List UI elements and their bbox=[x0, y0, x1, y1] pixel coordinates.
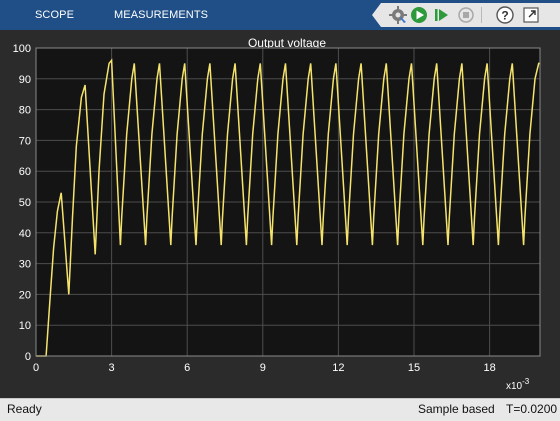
stop-button[interactable] bbox=[456, 5, 476, 25]
x-tick-label: 6 bbox=[184, 362, 190, 374]
tab-measurements[interactable]: MEASUREMENTS bbox=[114, 9, 208, 21]
x-exponent-label: x10-3 bbox=[506, 377, 530, 392]
tab-scope[interactable]: SCOPE bbox=[35, 9, 74, 21]
quick-access-toolbar: ? bbox=[372, 3, 560, 27]
toolbar-separator bbox=[481, 7, 482, 23]
y-tick-label: 90 bbox=[19, 74, 31, 86]
run-icon bbox=[411, 7, 427, 23]
x-tick-label: 12 bbox=[332, 362, 344, 374]
step-forward-button[interactable] bbox=[432, 5, 452, 25]
y-tick-label: 30 bbox=[19, 259, 31, 271]
svg-text:?: ? bbox=[501, 9, 508, 23]
undock-button[interactable] bbox=[521, 5, 541, 25]
y-tick-label: 100 bbox=[13, 43, 31, 55]
run-button[interactable] bbox=[409, 5, 429, 25]
y-tick-label: 40 bbox=[19, 228, 31, 240]
settings-icon bbox=[389, 6, 407, 24]
scope-figure: Output voltage 0 3 6 9 12 15 18 0 10 20 30 40 50 60 70… bbox=[0, 30, 560, 398]
x-tick-label: 9 bbox=[260, 362, 266, 374]
status-sample-mode: Sample based bbox=[418, 402, 495, 416]
status-ready: Ready bbox=[7, 402, 42, 416]
y-tick-label: 10 bbox=[19, 320, 31, 332]
y-tick-label: 70 bbox=[19, 135, 31, 147]
toolstrip: SCOPE MEASUREMENTS ? bbox=[0, 0, 560, 30]
step-forward-icon bbox=[435, 9, 448, 21]
y-tick-label: 20 bbox=[19, 289, 31, 301]
y-tick-label: 0 bbox=[25, 351, 31, 363]
status-sim-time: T=0.0200 bbox=[506, 402, 558, 416]
x-tick-label: 0 bbox=[33, 362, 39, 374]
settings-button[interactable] bbox=[388, 5, 408, 25]
x-tick-label: 15 bbox=[408, 362, 420, 374]
status-bar: Ready Sample based T=0.0200 bbox=[0, 398, 560, 421]
y-tick-label: 80 bbox=[19, 105, 31, 117]
undock-icon bbox=[523, 7, 539, 23]
x-tick-label: 18 bbox=[483, 362, 495, 374]
help-icon: ? bbox=[496, 6, 514, 24]
stop-icon bbox=[458, 7, 474, 23]
help-button[interactable]: ? bbox=[495, 5, 515, 25]
scope-plot[interactable]: Output voltage 0 3 6 9 12 15 18010203040506070… bbox=[0, 30, 560, 398]
x-tick-label: 3 bbox=[109, 362, 115, 374]
y-tick-label: 60 bbox=[19, 166, 31, 178]
y-tick-label: 50 bbox=[19, 197, 31, 209]
